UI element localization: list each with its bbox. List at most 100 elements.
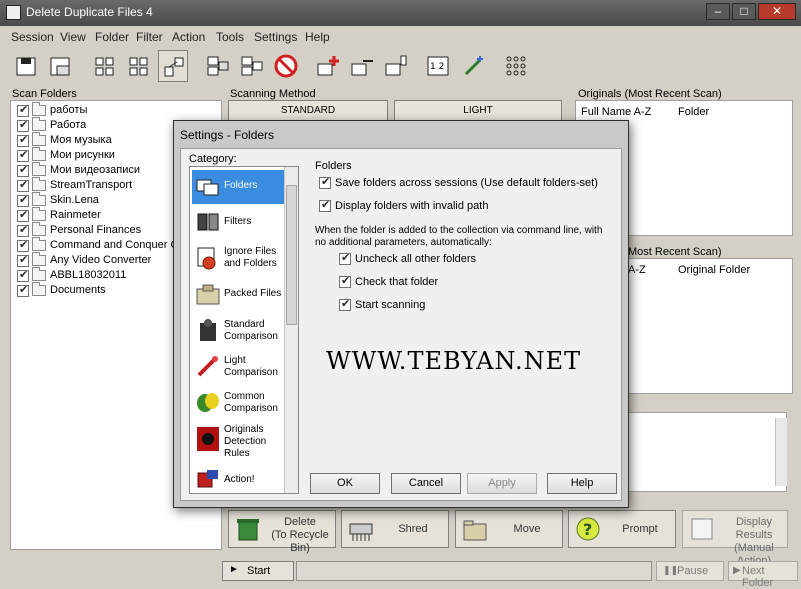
category-scroll-thumb[interactable] [286,185,297,325]
originals-col-name[interactable]: Full Name A-Z [581,106,651,118]
menu-view[interactable]: View [60,30,86,44]
cancel-button[interactable]: Cancel [391,473,461,494]
category-folders[interactable]: Folders [192,170,284,204]
folder-checkbox[interactable] [17,133,29,147]
magic-wand-button[interactable] [459,50,489,82]
folder-checkbox[interactable] [17,148,29,162]
common-comparison-icon [197,393,219,412]
ok-button[interactable]: OK [310,473,380,494]
display-results-button[interactable]: Display Results (Manual Action) [682,510,788,567]
check-folder-checkbox[interactable] [339,274,351,288]
folder-checkbox[interactable] [17,253,29,267]
no-filter-button[interactable] [271,50,301,82]
standard-method-button[interactable]: STANDARD [228,100,388,122]
shred-label: Shred [398,523,428,535]
view-tree-icon [164,57,184,77]
folder-checkbox[interactable] [17,103,29,117]
minimize-button[interactable]: – [706,3,730,20]
apply-button[interactable]: Apply [467,473,537,494]
no-filter-icon [274,54,298,78]
folder-down-button[interactable] [381,50,411,82]
delete-button[interactable]: Delete (To Recycle Bin) [228,510,336,554]
originals-col-folder[interactable]: Folder [678,106,709,118]
invalid-path-checkbox[interactable] [319,198,331,212]
shred-button[interactable]: Shred [341,510,449,548]
move-button[interactable]: Move [455,510,563,548]
folder-icon [32,252,46,266]
folder-checkbox[interactable] [17,163,29,177]
folder-icon [32,192,46,206]
close-button[interactable]: ✕ [758,3,796,20]
details-scrollbar[interactable] [775,418,787,486]
duplicates-col-original[interactable]: Original Folder [678,264,750,276]
action-icon [197,470,218,488]
prompt-button[interactable]: ? Prompt [568,510,676,548]
load-session-button[interactable] [46,50,76,82]
save-folders-checkbox[interactable] [319,175,331,189]
folder-icon [32,132,46,146]
save-session-button[interactable] [12,50,42,82]
folder-checkbox[interactable] [17,118,29,132]
folder-checkbox[interactable] [17,193,29,207]
category-ignore[interactable]: Ignore Files and Folders [192,242,284,276]
dialog-body: Category: Folders Filters Ignore Files a… [180,148,622,501]
folder-item[interactable]: работы [17,102,222,119]
folder-checkbox[interactable] [17,283,29,297]
help-button[interactable]: Help [547,473,617,494]
category-light[interactable]: Light Comparison [192,350,284,384]
maximize-button[interactable]: □ [732,3,756,20]
category-scrollbar[interactable] [284,167,298,493]
dots-grid-button[interactable] [501,50,531,82]
duplicates-label: Most Recent Scan) [628,246,722,258]
folder-checkbox[interactable] [17,268,29,282]
pause-button[interactable]: ❚❚ Pause [656,561,724,581]
category-common[interactable]: Common Comparison [192,386,284,420]
menu-tools[interactable]: Tools [216,30,244,44]
folder-checkbox[interactable] [17,178,29,192]
load-session-icon [50,57,70,76]
next-folder-button[interactable]: ▶ Next Folder [728,561,798,589]
app-icon [6,5,21,20]
compare-button[interactable] [203,50,233,82]
folder-icon [32,102,46,116]
remove-folder-button[interactable] [347,50,377,82]
view-tree-button[interactable] [158,50,188,82]
category-standard[interactable]: Standard Comparison [192,314,284,348]
folder-icon [32,222,46,236]
light-comparison-icon [197,356,218,377]
menu-filter[interactable]: Filter [136,30,163,44]
folder-icon [32,117,46,131]
menu-session[interactable]: Session [11,30,54,44]
folder-checkbox[interactable] [17,223,29,237]
question-icon: ? [576,517,600,541]
folder-checkbox[interactable] [17,208,29,222]
start-button[interactable]: ► Start [222,561,294,581]
folder-checkbox[interactable] [17,238,29,252]
add-folder-button[interactable] [313,50,343,82]
view-tiles-button[interactable] [124,50,154,82]
start-scanning-checkbox[interactable] [339,297,351,311]
menu-help[interactable]: Help [305,30,330,44]
category-action[interactable]: Action! [192,464,284,493]
pause-label: Pause [677,565,709,577]
prompt-label: Prompt [622,523,658,535]
uncheck-others-checkbox[interactable] [339,251,351,265]
progress-bar [296,561,652,581]
view-grid-button[interactable] [90,50,120,82]
compare-alt-button[interactable] [237,50,267,82]
menu-settings[interactable]: Settings [254,30,297,44]
duplicates-col-name[interactable]: A-Z [628,264,646,276]
section-title: Folders [315,160,352,172]
numbers-button[interactable]: 1 2 [423,50,453,82]
category-originals-rules[interactable]: Originals Detection Rules [192,422,284,462]
menu-folder[interactable]: Folder [95,30,129,44]
start-label: Start [247,565,271,577]
recycle-bin-icon [237,519,259,541]
window-title: Delete Duplicate Files 4 [26,5,153,19]
light-method-button[interactable]: LIGHT [394,100,562,122]
category-filters[interactable]: Filters [192,206,284,240]
category-packed[interactable]: Packed Files [192,278,284,312]
move-folder-icon [463,520,487,541]
menu-action[interactable]: Action [172,30,205,44]
add-folder-icon [317,56,339,76]
